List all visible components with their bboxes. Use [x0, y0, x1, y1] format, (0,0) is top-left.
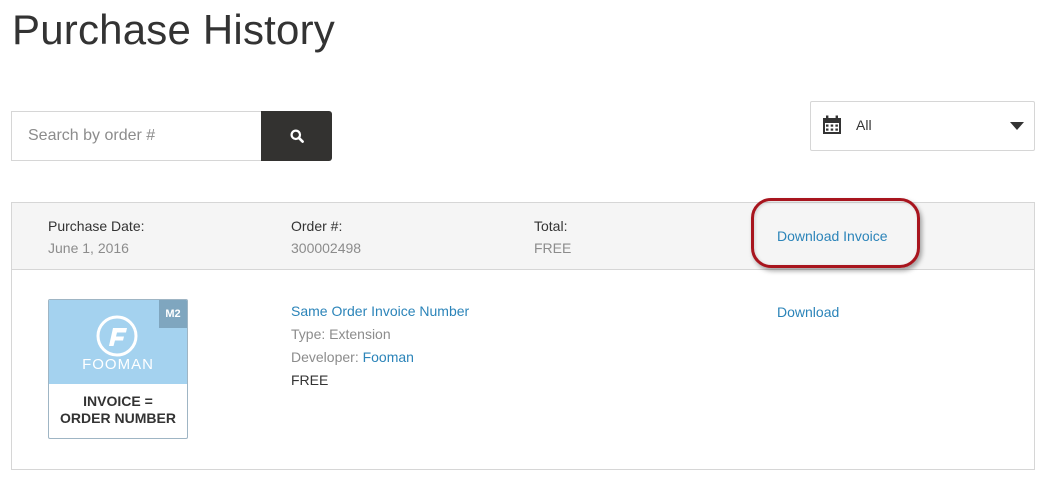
thumbnail-caption: INVOICE = ORDER NUMBER — [49, 393, 187, 427]
product-price: FREE — [291, 372, 329, 388]
date-filter-select[interactable]: All — [810, 101, 1035, 151]
order-header: Purchase Date: June 1, 2016 Order #: 300… — [12, 198, 1034, 270]
download-link[interactable]: Download — [777, 304, 839, 320]
chevron-down-icon — [1010, 122, 1024, 130]
search-button[interactable] — [261, 111, 332, 161]
product-developer: Developer: Fooman — [291, 349, 414, 365]
product-type: Type: Extension — [291, 326, 391, 342]
product-type-value: Extension — [329, 326, 391, 342]
order-number-value: 300002498 — [291, 240, 362, 256]
thumbnail-caption-line2: ORDER NUMBER — [60, 410, 176, 426]
total-label: Total: — [534, 218, 568, 234]
search-input[interactable] — [11, 111, 261, 161]
fooman-logo-icon — [96, 315, 138, 357]
product-type-label: Type: — [291, 326, 326, 342]
order-number-label: Order #: — [291, 218, 343, 234]
download-invoice-link[interactable]: Download Invoice — [777, 228, 888, 244]
purchase-date-label: Purchase Date: — [48, 218, 145, 234]
product-name-link[interactable]: Same Order Invoice Number — [291, 303, 469, 319]
thumbnail-caption-line1: INVOICE = — [83, 393, 153, 409]
developer-link[interactable]: Fooman — [363, 349, 414, 365]
m2-badge: M2 — [159, 300, 187, 328]
product-developer-label: Developer: — [291, 349, 359, 365]
page-title: Purchase History — [12, 6, 335, 53]
search-icon — [290, 129, 304, 143]
total-value: FREE — [534, 240, 572, 256]
calendar-icon — [823, 115, 841, 134]
product-thumbnail[interactable]: M2 FOOMAN INVOICE = ORDER NUMBER — [48, 299, 188, 439]
thumbnail-banner: M2 FOOMAN — [49, 300, 187, 384]
purchase-date-value: June 1, 2016 — [48, 240, 129, 256]
order-card: Purchase Date: June 1, 2016 Order #: 300… — [11, 198, 1035, 470]
purchase-history-page: Purchase History All Purchase Date: J — [0, 0, 1047, 483]
fooman-brand-text: FOOMAN — [82, 356, 154, 373]
filter-selected-value: All — [856, 117, 872, 133]
